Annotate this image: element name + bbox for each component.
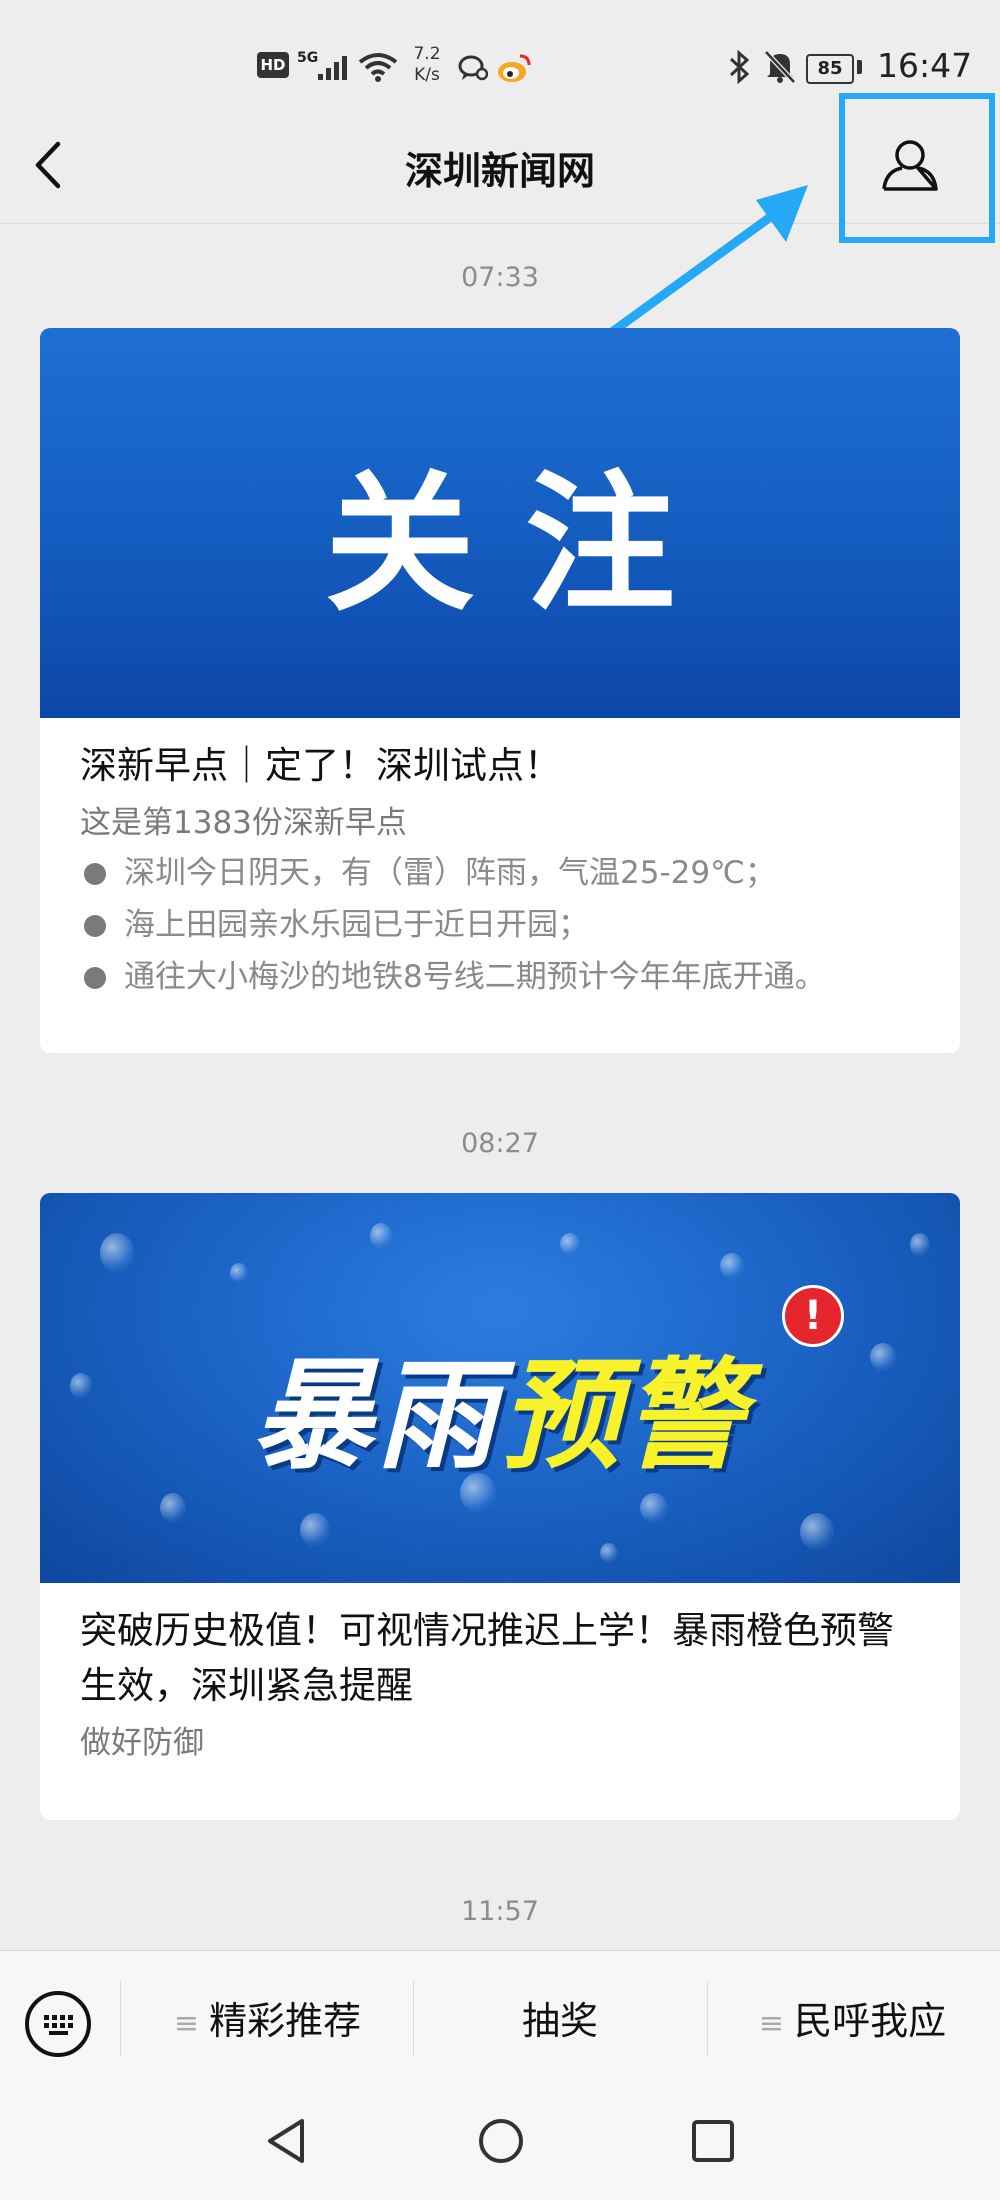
system-navigation-bar bbox=[0, 2070, 1000, 2200]
network-speed: 7.2 K/s bbox=[413, 44, 441, 85]
battery-icon: 85 bbox=[806, 54, 854, 84]
nav-home-icon[interactable] bbox=[477, 2115, 525, 2167]
message-timestamp: 11:57 bbox=[461, 1896, 539, 1927]
official-account-menu: ≡ 精彩推荐 抽奖 ≡ 民呼我应 bbox=[0, 1950, 1000, 2071]
news-card[interactable]: 暴雨预警 ! 突破历史极值！可视情况推迟上学！暴雨橙色预警生效，深圳紧急提醒 做… bbox=[40, 1193, 960, 1820]
news-subtitle: 这是第1383份深新早点 bbox=[80, 805, 407, 841]
menu-item-recommend[interactable]: ≡ 精彩推荐 bbox=[125, 1981, 410, 2061]
news-bullet: 通往大小梅沙的地铁8号线二期预计今年年底开通。 bbox=[80, 951, 920, 1003]
news-subtitle: 做好防御 bbox=[80, 1725, 204, 1761]
menu-divider bbox=[120, 1981, 121, 2056]
highlight-annotation-box bbox=[839, 93, 995, 243]
nav-recents-icon[interactable] bbox=[689, 2115, 737, 2167]
bluetooth-icon bbox=[729, 50, 750, 84]
menu-divider bbox=[413, 1981, 414, 2056]
wifi-icon bbox=[358, 53, 398, 82]
menu-list-icon: ≡ bbox=[173, 2005, 200, 2041]
keyboard-icon bbox=[44, 2015, 73, 2035]
news-card[interactable]: 关注 深新早点｜定了！深圳试点！ 这是第1383份深新早点 深圳今日阴天，有（雷… bbox=[40, 328, 960, 1053]
message-timestamp: 08:27 bbox=[461, 1128, 539, 1159]
message-timestamp: 07:33 bbox=[461, 262, 539, 293]
chat-notification-icon bbox=[458, 55, 488, 81]
keyboard-toggle-button[interactable] bbox=[25, 1991, 91, 2057]
news-title: 突破历史极值！可视情况推迟上学！暴雨橙色预警生效，深圳紧急提醒 bbox=[80, 1609, 894, 1707]
menu-list-icon: ≡ bbox=[758, 2005, 785, 2041]
mute-bell-icon bbox=[764, 50, 796, 84]
banner-text: 关注 bbox=[324, 458, 725, 632]
hd-icon: HD bbox=[257, 52, 289, 78]
menu-divider bbox=[707, 1981, 708, 2056]
signal-icon bbox=[318, 56, 347, 80]
news-banner-image: 关注 bbox=[40, 328, 960, 718]
status-time: 16:47 bbox=[877, 46, 973, 85]
alert-icon: ! bbox=[782, 1285, 844, 1347]
weibo-icon bbox=[498, 54, 531, 82]
news-title: 深新早点｜定了！深圳试点！ bbox=[80, 744, 561, 787]
network-type: 5G bbox=[297, 50, 319, 66]
news-banner-image: 暴雨预警 ! bbox=[40, 1193, 960, 1583]
nav-back-icon[interactable] bbox=[262, 2115, 310, 2167]
news-bullet: 海上田园亲水乐园已于近日开园； bbox=[80, 899, 920, 951]
menu-item-lottery[interactable]: 抽奖 bbox=[415, 1981, 705, 2061]
battery-tip bbox=[857, 60, 862, 74]
menu-item-feedback[interactable]: ≡ 民呼我应 bbox=[710, 1981, 995, 2061]
news-bullet: 深圳今日阴天，有（雷）阵雨，气温25-29℃； bbox=[80, 847, 920, 899]
